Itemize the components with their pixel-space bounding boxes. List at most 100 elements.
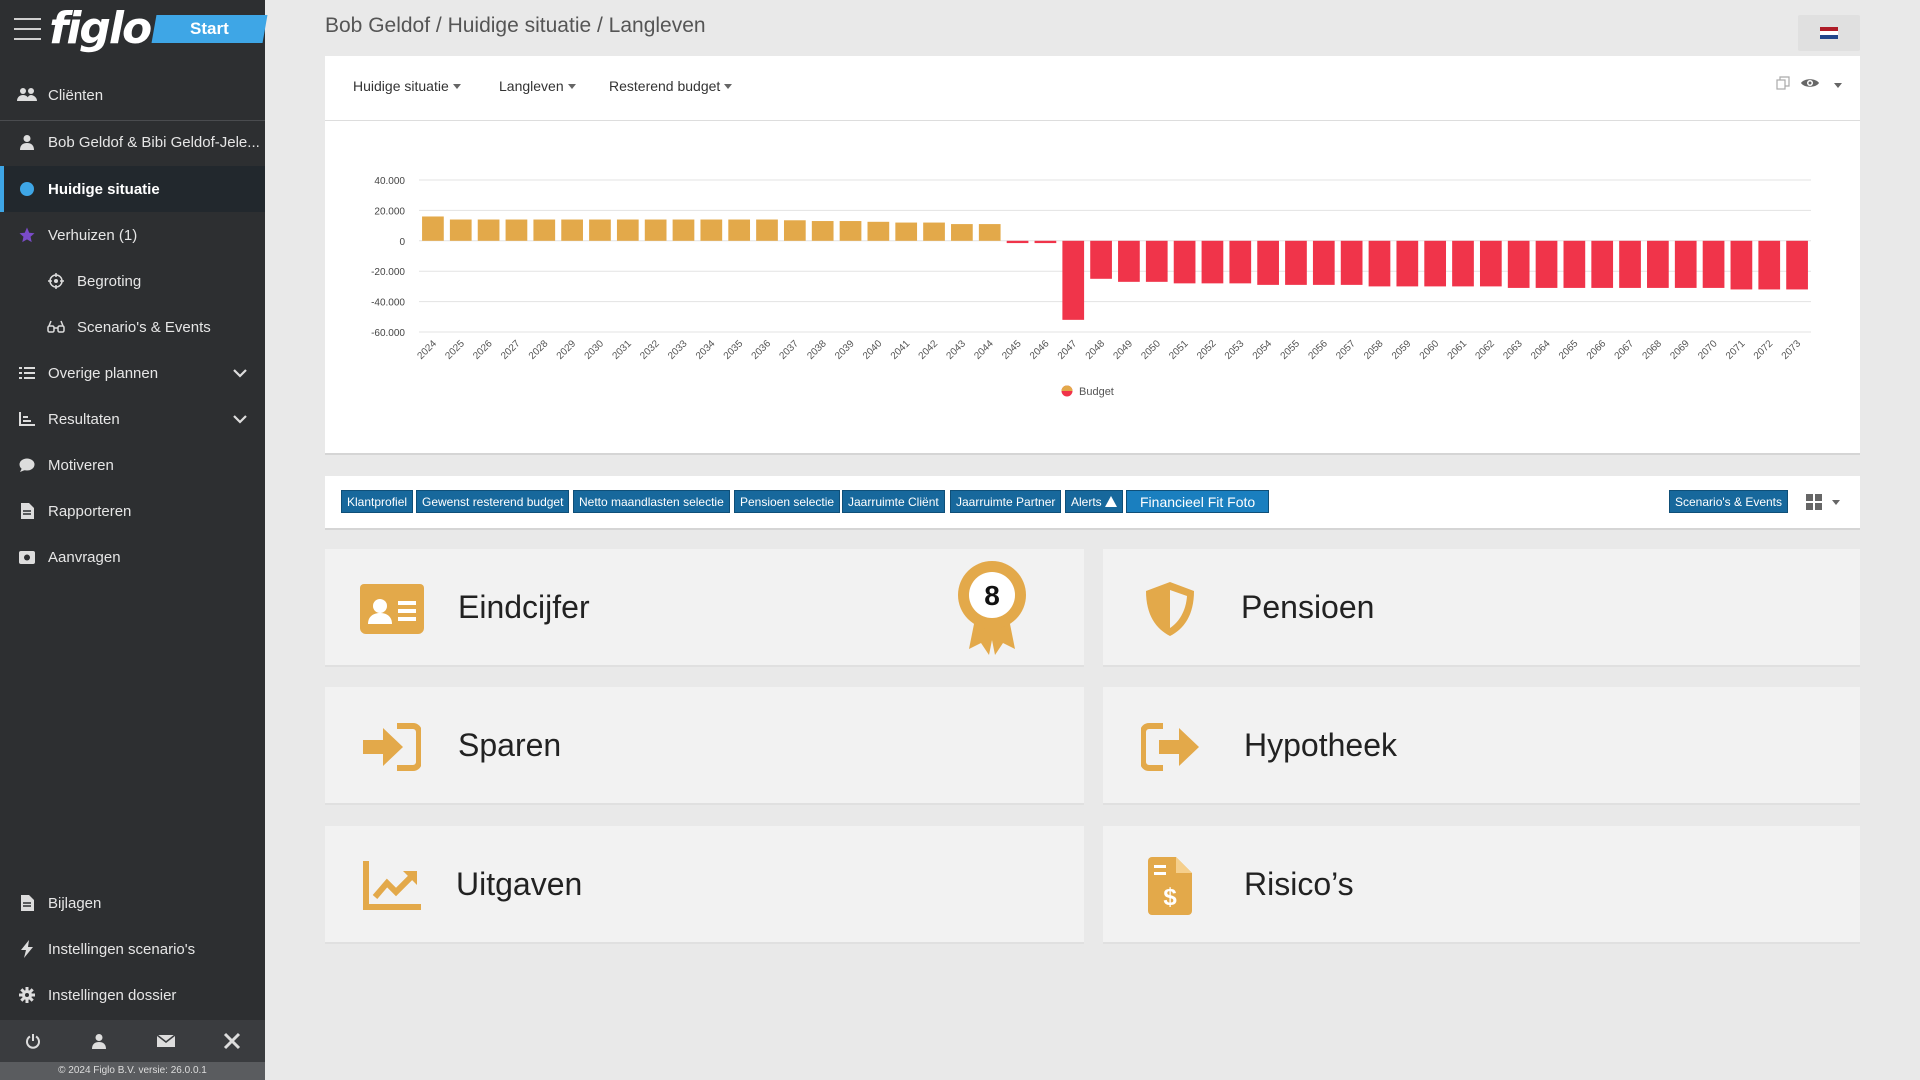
chevron-down-icon[interactable] xyxy=(233,365,247,382)
card-pensioen[interactable]: Pensioen xyxy=(1103,549,1860,667)
mail-icon[interactable] xyxy=(154,1029,178,1053)
sidebar-item-aanvragen[interactable]: Aanvragen xyxy=(0,534,265,580)
language-button[interactable] xyxy=(1798,15,1860,51)
tag-gewenst-resterend-budget[interactable]: Gewenst resterend budget xyxy=(416,490,570,513)
tools-icon[interactable] xyxy=(220,1029,244,1053)
bar xyxy=(1201,240,1224,284)
sidebar-item-client[interactable]: Bob Geldof & Bibi Geldof-Jele... xyxy=(0,119,265,165)
hamburger-menu-icon[interactable] xyxy=(14,18,42,40)
card-title: Eindcijfer xyxy=(458,589,590,625)
sidebar-item-clienten[interactable]: Cliënten xyxy=(0,72,265,118)
bar xyxy=(1674,240,1697,288)
sidebar-item-bijlagen[interactable]: Bijlagen xyxy=(0,880,265,926)
shield-icon xyxy=(1137,579,1203,639)
metric-dropdown[interactable]: Resterend budget xyxy=(609,78,733,94)
x-tick-label: 2039 xyxy=(833,338,857,362)
tag-klantprofiel[interactable]: Klantprofiel xyxy=(341,490,414,513)
tag-pensioen-selectie[interactable]: Pensioen selectie xyxy=(734,490,841,513)
card-title: Uitgaven xyxy=(456,866,583,902)
sidebar-item-resultaten[interactable]: Resultaten xyxy=(0,396,265,442)
tag-financieel-fit-foto[interactable]: Financieel Fit Foto xyxy=(1126,490,1270,513)
tag-alerts[interactable]: Alerts xyxy=(1065,490,1123,513)
bar xyxy=(923,222,945,241)
scenario-dropdown[interactable]: Huidige situatie xyxy=(353,78,461,94)
tag-alerts-label: Alerts xyxy=(1071,494,1102,509)
x-tick-label: 2068 xyxy=(1640,338,1664,362)
sidebar-item-huidige-situatie[interactable]: Huidige situatie xyxy=(0,166,265,212)
bar xyxy=(1257,240,1279,285)
bar xyxy=(449,219,472,241)
sidebar-item-rapporteren[interactable]: Rapporteren xyxy=(0,488,265,534)
x-tick-label: 2058 xyxy=(1362,338,1386,362)
breadcrumb: Bob Geldof / Huidige situatie / Langleve… xyxy=(325,14,706,37)
bar xyxy=(1145,240,1168,282)
sidebar-item-begroting[interactable]: Begroting xyxy=(0,258,265,304)
variant-dropdown[interactable]: Langleven xyxy=(499,78,576,94)
figlo-logo[interactable]: figlo xyxy=(49,7,152,51)
legend-label: Budget xyxy=(1079,386,1114,398)
copy-icon[interactable] xyxy=(1776,76,1790,95)
bar xyxy=(1591,240,1614,288)
svg-text:$: $ xyxy=(1163,884,1177,911)
bar xyxy=(422,216,444,241)
sidebar-item-label: Verhuizen (1) xyxy=(48,226,138,244)
dropdown-label: Huidige situatie xyxy=(353,78,449,94)
x-tick-label: 2059 xyxy=(1390,338,1414,362)
sidebar-item-instellingen-dossier[interactable]: Instellingen dossier xyxy=(0,972,265,1018)
card-uitgaven[interactable]: Uitgaven xyxy=(325,826,1084,944)
tag-jaarruimte-client[interactable]: Jaarruimte Cliënt xyxy=(842,490,945,513)
x-tick-label: 2041 xyxy=(889,338,913,362)
sidebar-item-verhuizen[interactable]: Verhuizen (1) xyxy=(0,212,265,258)
x-tick-label: 2060 xyxy=(1418,338,1442,362)
chart-axis-icon xyxy=(17,409,37,429)
card-risicos[interactable]: $ Risico’s xyxy=(1103,826,1860,944)
caret-down-icon[interactable] xyxy=(1834,83,1842,88)
eye-icon[interactable] xyxy=(1800,76,1820,95)
sidebar-item-label: Bijlagen xyxy=(48,894,102,912)
sidebar-item-motiveren[interactable]: Motiveren xyxy=(0,442,265,488)
x-tick-label: 2035 xyxy=(722,338,746,362)
bar xyxy=(1340,240,1363,285)
sidebar-item-scenarios-events[interactable]: Scenario's & Events xyxy=(0,304,265,350)
bar xyxy=(839,221,862,241)
caret-down-icon xyxy=(724,83,733,89)
tag-netto-maandlasten[interactable]: Netto maandlasten selectie xyxy=(573,490,730,513)
bar xyxy=(1452,240,1474,287)
file-icon xyxy=(17,893,37,913)
circle-dot-icon xyxy=(17,179,37,199)
dropdown-label: Resterend budget xyxy=(609,78,721,94)
x-tick-label: 2024 xyxy=(416,338,440,362)
warning-icon xyxy=(1104,496,1117,507)
dropdown-label: Langleven xyxy=(499,78,564,94)
grid-view-icon[interactable] xyxy=(1806,494,1840,510)
tag-scenarios-events[interactable]: Scenario's & Events xyxy=(1669,490,1789,513)
start-button[interactable]: Start xyxy=(151,15,268,43)
x-tick-label: 2031 xyxy=(610,338,634,362)
card-sparen[interactable]: Sparen xyxy=(325,687,1084,805)
x-tick-label: 2065 xyxy=(1557,338,1581,362)
x-tick-label: 2063 xyxy=(1501,338,1525,362)
budget-chart: 40.000 20.000 0 -20.000 -40.000 -60.000 2024 20… xyxy=(325,121,1860,455)
sidebar-item-label: Begroting xyxy=(77,272,142,290)
chevron-down-icon[interactable] xyxy=(233,411,247,428)
power-icon[interactable] xyxy=(21,1029,45,1053)
sidebar-item-label: Resultaten xyxy=(48,410,120,428)
card-hypotheek[interactable]: Hypotheek xyxy=(1103,687,1860,805)
sidebar-item-overige-plannen[interactable]: Overige plannen xyxy=(0,350,265,396)
x-tick-label: 2038 xyxy=(805,338,829,362)
star-icon xyxy=(17,225,37,245)
bar xyxy=(1285,240,1307,285)
bar xyxy=(616,219,639,241)
user-icon[interactable] xyxy=(87,1029,111,1053)
dutch-flag-icon xyxy=(1820,26,1838,40)
card-title: Pensioen xyxy=(1241,589,1375,625)
bar xyxy=(1006,240,1029,244)
card-eindcijfer[interactable]: Eindcijfer 8 xyxy=(325,549,1084,667)
sidebar-item-instellingen-scenarios[interactable]: Instellingen scenario's xyxy=(0,926,265,972)
bar xyxy=(1424,240,1447,287)
copyright-footer: © 2024 Figlo B.V. versie: 26.0.0.1 xyxy=(0,1062,265,1080)
bar xyxy=(672,219,695,241)
x-tick-label: 2036 xyxy=(750,338,774,362)
tag-jaarruimte-partner[interactable]: Jaarruimte Partner xyxy=(950,490,1062,513)
bar xyxy=(978,224,1001,241)
